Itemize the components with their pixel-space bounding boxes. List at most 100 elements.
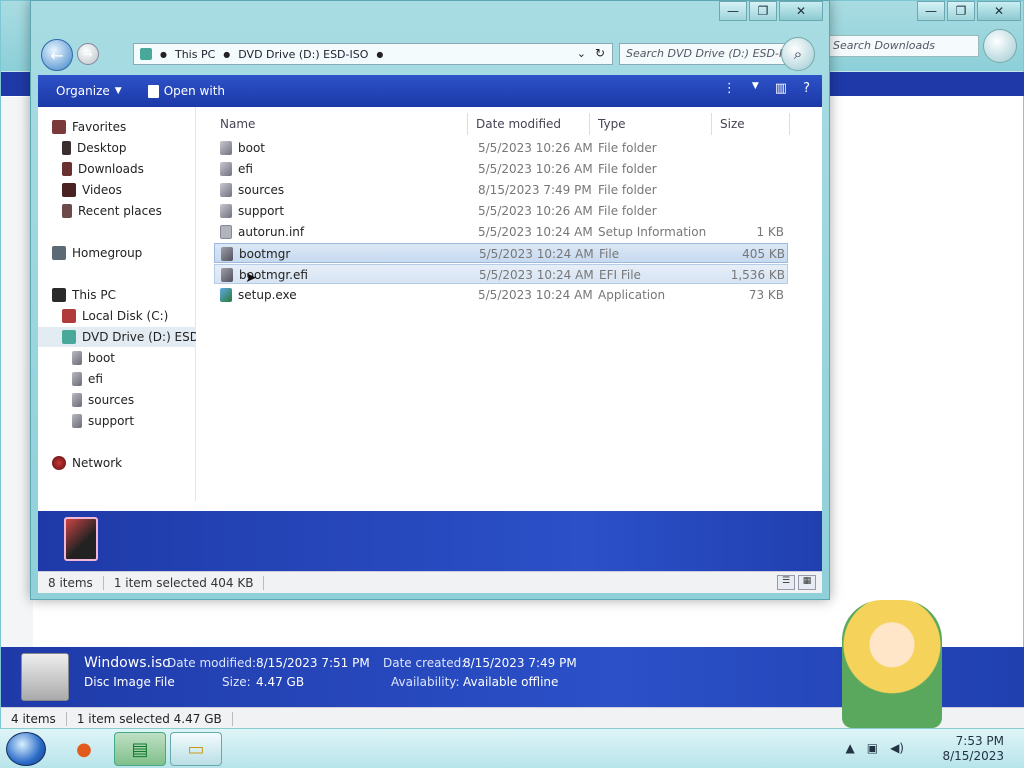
system-tray: ▲ ▣ ◀) <box>846 741 905 755</box>
file-date: 5/5/2023 10:24 AM <box>479 247 594 261</box>
breadcrumb-separator[interactable]: ● <box>160 50 167 59</box>
nav-recent-places[interactable]: Recent places <box>62 201 162 221</box>
refresh-icon[interactable]: ↻ <box>595 46 605 60</box>
column-header-date-modified[interactable]: Date modified <box>470 113 590 135</box>
nav-local-disk[interactable]: Local Disk (C:) <box>62 306 168 326</box>
breadcrumb-separator[interactable]: ● <box>376 50 383 59</box>
file-type: Application <box>598 288 666 302</box>
table-row[interactable]: setup.exe 5/5/2023 10:24 AM Application … <box>214 285 788 305</box>
nav-folder-efi[interactable]: efi <box>72 369 103 389</box>
firefox-icon[interactable]: ● <box>58 732 110 766</box>
nav-label: support <box>88 414 135 428</box>
background-search-input[interactable]: Search Downloads <box>827 35 979 57</box>
window-caption-buttons: — ❐ ✕ <box>719 1 823 21</box>
large-icons-view-icon[interactable]: ▦ <box>798 575 816 590</box>
view-buttons: ☰ ▦ <box>777 575 816 590</box>
view-options-icon[interactable]: ⋮ <box>723 81 736 96</box>
table-row[interactable]: boot 5/5/2023 10:26 AM File folder <box>214 138 788 158</box>
nav-network[interactable]: Network <box>52 453 122 473</box>
show-hidden-icons-icon[interactable]: ▲ <box>846 741 855 755</box>
hard-drive-icon <box>62 309 76 323</box>
background-maximize-button[interactable]: ❐ <box>947 1 975 21</box>
column-header-type[interactable]: Type <box>592 113 712 135</box>
background-minimize-button[interactable]: — <box>917 1 945 21</box>
file-type: File folder <box>598 204 657 218</box>
table-row[interactable]: support 5/5/2023 10:26 AM File folder <box>214 201 788 221</box>
background-close-button[interactable]: ✕ <box>977 1 1021 21</box>
background-nav-pane <box>1 97 33 657</box>
breadcrumb-this-pc[interactable]: This PC <box>175 48 215 61</box>
start-button[interactable] <box>6 732 46 766</box>
folder-icon <box>220 183 232 197</box>
back-arrow-icon[interactable]: ← <box>41 39 73 71</box>
organize-button[interactable]: Organize ▼ <box>56 84 122 98</box>
details-pane <box>38 511 822 571</box>
cartoon-character-image <box>842 600 942 728</box>
videos-icon <box>62 183 76 197</box>
folder-icon <box>72 393 82 407</box>
table-row[interactable]: efi 5/5/2023 10:26 AM File folder <box>214 159 788 179</box>
details-date-created-label: Date created: <box>383 656 466 670</box>
file-thumbnail-icon <box>64 517 98 561</box>
volume-icon[interactable]: ◀) <box>890 741 904 755</box>
address-dropdown-icon[interactable]: ⌄ <box>577 47 586 60</box>
file-size: 1 KB <box>756 225 784 239</box>
details-date-created: 8/15/2023 7:49 PM <box>463 656 577 670</box>
preview-pane-icon[interactable]: ▥ <box>775 81 787 96</box>
details-date-modified-label: Date modified: <box>167 656 257 670</box>
chevron-down-icon[interactable]: ▼ <box>752 81 759 96</box>
folder-icon <box>72 372 82 386</box>
nav-desktop[interactable]: Desktop <box>62 138 127 158</box>
details-view-icon[interactable]: ☰ <box>777 575 795 590</box>
nav-folder-boot[interactable]: boot <box>72 348 115 368</box>
file-date: 5/5/2023 10:26 AM <box>478 162 593 176</box>
background-search-icon[interactable] <box>983 29 1017 63</box>
file-type: EFI File <box>599 268 641 282</box>
network-status-icon[interactable]: ▣ <box>867 741 878 755</box>
clock[interactable]: 7:53 PM 8/15/2023 <box>942 734 1004 764</box>
nav-folder-sources[interactable]: sources <box>72 390 134 410</box>
organize-label: Organize <box>56 84 110 98</box>
minimize-button[interactable]: — <box>719 1 747 21</box>
address-bar[interactable]: ● This PC ● DVD Drive (D:) ESD-ISO ● ⌄ ↻ <box>133 43 613 65</box>
nav-favorites[interactable]: Favorites <box>52 117 126 137</box>
file-name: sources <box>238 183 285 197</box>
nav-label: sources <box>88 393 135 407</box>
open-with-button[interactable]: Open with <box>147 84 225 98</box>
nav-videos[interactable]: Videos <box>62 180 122 200</box>
nav-label: Videos <box>82 183 122 197</box>
search-icon[interactable]: ⌕ <box>781 37 815 71</box>
details-filetype: Disc Image File <box>84 675 175 689</box>
nav-label: Network <box>72 456 123 470</box>
file-name: efi <box>238 162 253 176</box>
nav-homegroup[interactable]: Homegroup <box>52 243 142 263</box>
nav-folder-support[interactable]: support <box>72 411 134 431</box>
breadcrumb-separator[interactable]: ● <box>223 50 230 59</box>
forward-arrow-icon[interactable]: → <box>77 43 99 65</box>
help-icon[interactable]: ? <box>803 81 810 96</box>
nav-label: DVD Drive (D:) ESD-IS <box>82 330 196 344</box>
details-date-modified: 8/15/2023 7:51 PM <box>256 656 370 670</box>
maximize-button[interactable]: ❐ <box>749 1 777 21</box>
table-row[interactable]: bootmgr.efi 5/5/2023 10:24 AM EFI File 1… <box>214 264 788 286</box>
file-date: 5/5/2023 10:24 AM <box>479 268 594 282</box>
column-header-size[interactable]: Size <box>714 113 790 135</box>
file-explorer-icon[interactable]: ▭ <box>170 732 222 766</box>
column-header-name[interactable]: Name <box>214 113 468 135</box>
folder-icon <box>220 162 232 176</box>
search-input[interactable]: Search DVD Drive (D:) ESD-I... <box>619 43 791 65</box>
file-size: 405 KB <box>742 247 785 261</box>
nav-label: This PC <box>72 288 116 302</box>
breadcrumb-dvd-drive[interactable]: DVD Drive (D:) ESD-ISO <box>238 48 368 61</box>
spreadsheet-app-icon[interactable]: ▤ <box>114 732 166 766</box>
background-selection-info: 1 item selected 4.47 GB <box>67 711 233 726</box>
close-button[interactable]: ✕ <box>779 1 823 21</box>
nav-downloads[interactable]: Downloads <box>62 159 144 179</box>
status-bar: 8 items 1 item selected 404 KB ☰ ▦ <box>38 571 822 593</box>
table-row[interactable]: autorun.inf 5/5/2023 10:24 AM Setup Info… <box>214 222 788 242</box>
table-row[interactable]: bootmgr 5/5/2023 10:24 AM File 405 KB <box>214 243 788 263</box>
table-row[interactable]: sources 8/15/2023 7:49 PM File folder <box>214 180 788 200</box>
open-with-icon <box>147 84 159 98</box>
nav-dvd-drive[interactable]: DVD Drive (D:) ESD-IS <box>38 327 196 347</box>
nav-this-pc[interactable]: This PC <box>52 285 116 305</box>
